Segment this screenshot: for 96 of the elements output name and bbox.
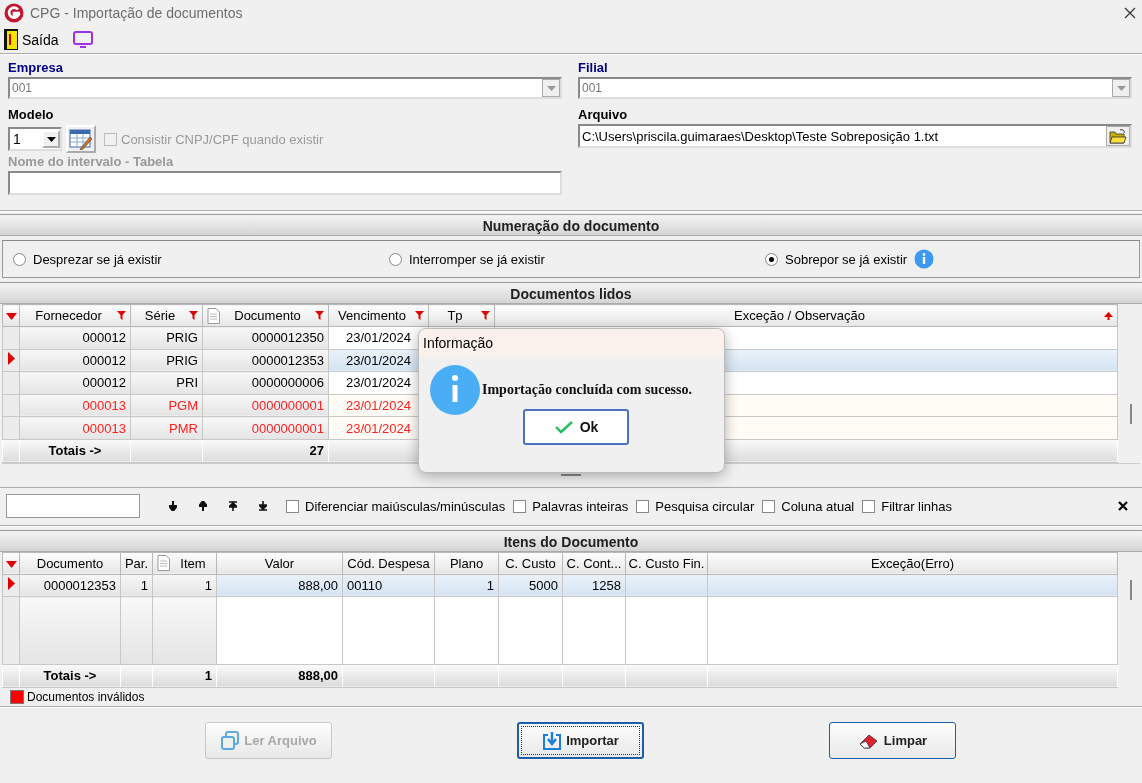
app-logo — [4, 3, 24, 23]
close-icon[interactable] — [1118, 501, 1128, 512]
checkbox[interactable] — [286, 499, 299, 513]
table-cell: 0000000006 — [202, 371, 329, 395]
checkbox-label[interactable]: Filtrar linhas — [881, 498, 953, 514]
table-cell: 0000012353 — [202, 349, 329, 372]
table-row[interactable]: 0000012353 1 1 888,00 00110 1 5000 1258 — [2, 574, 1118, 597]
section-title: Itens do Documento — [0, 529, 1142, 552]
monitor-icon[interactable] — [72, 31, 93, 48]
radio-label[interactable]: Sobrepor se já existir — [785, 251, 908, 267]
column-menu-icon[interactable] — [5, 560, 17, 568]
last-arrow-icon[interactable] — [259, 501, 267, 512]
column-menu-icon[interactable] — [5, 313, 17, 320]
field-label: Filial — [578, 60, 609, 77]
file-path-field[interactable]: C:\Users\priscila.guimaraes\Desktop\Teste Sobreposição 1.txt — [578, 124, 1132, 148]
exit-icon[interactable] — [4, 29, 18, 50]
column-header[interactable]: Exceção(Erro) — [707, 552, 1118, 575]
radio-label[interactable]: Interromper se já existir — [409, 251, 545, 267]
previous-arrow-icon[interactable] — [199, 501, 207, 512]
table-cell: 0000000001 — [202, 416, 329, 440]
checkmark-icon — [553, 419, 574, 435]
table-cell: 0000012350 — [202, 326, 329, 350]
radio-label[interactable]: Desprezar se já existir — [33, 251, 162, 267]
column-header[interactable]: Série — [130, 304, 203, 327]
field-label: Arquivo — [578, 107, 629, 124]
radio-button[interactable] — [389, 252, 402, 266]
import-button[interactable]: Importar — [517, 722, 644, 760]
combo-value: 001 — [581, 81, 603, 95]
first-arrow-icon[interactable] — [229, 501, 237, 512]
info-icon — [430, 365, 480, 415]
total-value: 27 — [202, 439, 329, 463]
scrollbar-thumb[interactable] — [1130, 404, 1132, 424]
info-icon[interactable] — [914, 249, 935, 269]
table-cell: 888,00 — [216, 574, 343, 597]
column-header[interactable]: C. Cont... — [562, 552, 626, 575]
sort-icon[interactable] — [1104, 311, 1113, 320]
checkbox-label[interactable]: Diferenciar maiúsculas/minúsculas — [305, 498, 506, 514]
ok-button[interactable]: Ok — [523, 409, 629, 445]
branch-dropdown[interactable]: 001 — [578, 77, 1132, 99]
checkbox[interactable] — [636, 499, 650, 513]
splitter-grip-icon[interactable] — [561, 473, 581, 477]
column-header[interactable]: C. Custo — [498, 552, 563, 575]
search-field[interactable] — [6, 494, 140, 519]
filter-icon[interactable] — [481, 311, 490, 320]
copy-icon — [220, 730, 241, 751]
column-header[interactable]: Documento — [19, 552, 121, 575]
filter-icon[interactable] — [415, 311, 424, 320]
column-header[interactable]: Plano — [434, 552, 499, 575]
checkbox-label[interactable]: Pesquisa circular — [655, 498, 755, 514]
company-dropdown[interactable]: 001 — [8, 77, 562, 99]
edit-table-button[interactable] — [66, 125, 96, 153]
checkbox[interactable] — [513, 499, 527, 513]
row-pointer-icon — [7, 352, 15, 366]
column-header[interactable]: Vencimento — [328, 304, 429, 327]
column-header[interactable]: Fornecedor — [19, 304, 131, 327]
totals-label: Totais -> — [19, 439, 131, 463]
total-value: 888,00 — [216, 664, 343, 688]
column-header[interactable]: Cód. Despesa — [342, 552, 435, 575]
field-label: Modelo — [8, 107, 55, 124]
close-icon[interactable] — [1124, 7, 1136, 19]
scrollbar-thumb[interactable] — [1130, 579, 1132, 600]
table-cell: 0000000001 — [202, 394, 329, 417]
totals-label: Totais -> — [19, 664, 121, 688]
column-header[interactable]: Exceção / Observação — [494, 304, 1118, 327]
filter-icon[interactable] — [315, 311, 324, 320]
field-label: Empresa — [8, 60, 64, 77]
combo-value: 001 — [11, 81, 33, 95]
column-header[interactable]: C. Custo Fin. — [625, 552, 708, 575]
checkbox[interactable] — [762, 499, 776, 513]
import-icon — [542, 730, 563, 751]
column-header[interactable]: Tp — [428, 304, 495, 327]
filter-icon[interactable] — [117, 311, 126, 320]
exit-label[interactable]: Saída — [22, 31, 59, 48]
filter-icon[interactable] — [189, 311, 198, 320]
column-header[interactable]: Valor — [216, 552, 343, 575]
row-pointer-icon — [7, 577, 15, 591]
column-header[interactable]: Par. — [120, 552, 153, 575]
total-value: 1 — [152, 664, 217, 688]
checkbox[interactable] — [862, 499, 876, 513]
checkbox-label[interactable]: Coluna atual — [781, 498, 855, 514]
field-label: Nome do intervalo - Tabela — [8, 154, 175, 171]
section-title: Documentos lidos — [0, 282, 1142, 304]
clear-button[interactable]: Limpar — [829, 722, 956, 760]
open-folder-button[interactable] — [1106, 126, 1130, 146]
window-title: CPG - Importação de documentos — [30, 5, 244, 21]
legend-label: Documentos inválidos — [27, 689, 145, 704]
column-header[interactable]: Documento — [202, 304, 329, 327]
column-header[interactable]: Item — [152, 552, 217, 575]
model-dropdown[interactable]: 1 — [8, 127, 62, 151]
section-title: Numeração do documento — [0, 214, 1142, 236]
radio-button[interactable] — [13, 252, 26, 266]
dialog-title: Informação — [419, 329, 724, 357]
checkbox-label: Consistir CNPJ/CPF quando existir — [121, 131, 324, 147]
radio-button[interactable] — [765, 252, 778, 266]
checkbox-label[interactable]: Palavras inteiras — [532, 498, 629, 514]
next-arrow-icon[interactable] — [169, 501, 177, 512]
